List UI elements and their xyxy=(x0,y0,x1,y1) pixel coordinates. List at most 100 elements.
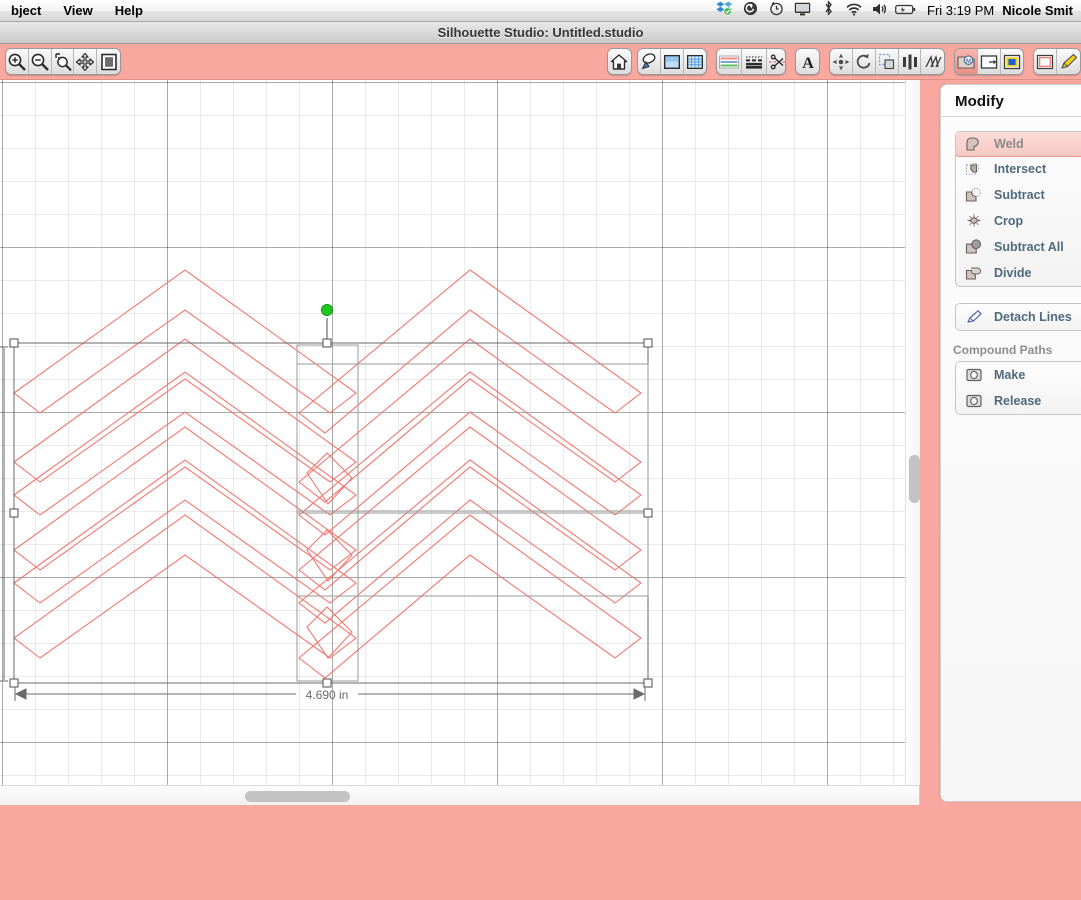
bluetooth-icon[interactable] xyxy=(815,0,841,22)
modify-item-compound-make[interactable]: Make xyxy=(956,362,1081,388)
handle-bottom-center xyxy=(323,679,331,687)
divide-icon xyxy=(962,263,986,283)
chevron-overlap-diamonds xyxy=(307,453,352,658)
menu-item-view[interactable]: View xyxy=(52,0,103,22)
toolbar-style-group xyxy=(1033,48,1081,75)
circle-arrow-icon[interactable] xyxy=(737,0,763,22)
text-style-icon[interactable]: A xyxy=(796,49,819,74)
compound-paths-group: Make Release xyxy=(955,361,1081,415)
modify-item-detach-lines-label: Detach Lines xyxy=(986,310,1072,324)
toolbar-page-group xyxy=(637,48,707,75)
modify-item-subtract-all[interactable]: Subtract All xyxy=(956,234,1081,260)
grid-settings-icon[interactable] xyxy=(684,49,706,74)
toolbar-line-group xyxy=(716,48,786,75)
chevron-shape-group-right[interactable] xyxy=(299,270,641,678)
canvas-artwork[interactable]: 4.690 in xyxy=(0,80,920,785)
crop-icon xyxy=(962,211,986,231)
page-setup-icon[interactable] xyxy=(661,49,684,74)
modify-item-compound-release-label: Release xyxy=(986,394,1041,408)
handle-bottom-left xyxy=(10,679,18,687)
display-icon[interactable] xyxy=(789,0,815,22)
rotate-handle[interactable] xyxy=(322,305,333,340)
handle-top-center xyxy=(323,339,331,347)
intersect-icon xyxy=(962,159,986,179)
line-fill-icon[interactable] xyxy=(1034,49,1057,74)
home-icon[interactable] xyxy=(608,49,631,74)
modify-item-crop[interactable]: Crop xyxy=(956,208,1081,234)
compound-release-icon xyxy=(962,391,986,411)
modify-item-crop-label: Crop xyxy=(986,214,1023,228)
chevron-path xyxy=(299,339,641,502)
toolbar-home-group xyxy=(607,48,632,75)
modify-item-compound-release[interactable]: Release xyxy=(956,388,1081,414)
chevron-path xyxy=(299,460,641,623)
chevron-path xyxy=(14,427,356,570)
subtract-icon xyxy=(962,185,986,205)
selection-sub-boxes xyxy=(297,345,648,681)
vertical-scrollbar[interactable] xyxy=(905,80,920,785)
modify-item-weld[interactable]: Weld xyxy=(955,131,1081,157)
volume-icon[interactable] xyxy=(867,0,893,22)
modify-item-subtract-all-label: Subtract All xyxy=(986,240,1064,254)
replicate-icon[interactable] xyxy=(921,49,944,74)
wifi-icon[interactable] xyxy=(841,0,867,22)
move-icon[interactable] xyxy=(830,49,853,74)
handle-middle-left xyxy=(10,509,18,517)
modify-item-detach-lines[interactable]: Detach Lines xyxy=(956,304,1081,330)
menu-bar-clock[interactable]: Fri 3:19 PM xyxy=(919,3,1002,18)
cut-settings-icon[interactable] xyxy=(638,49,661,74)
detach-lines-group: Detach Lines xyxy=(955,303,1081,331)
line-style-icon[interactable] xyxy=(742,49,767,74)
window-title-bar: Silhouette Studio: Untitled.studio xyxy=(0,22,1081,44)
weld-icon xyxy=(962,134,986,154)
modify-item-subtract-label: Subtract xyxy=(986,188,1045,202)
app-toolbar: A M xyxy=(0,44,1081,80)
svg-text:M: M xyxy=(966,59,971,65)
line-color-icon[interactable] xyxy=(717,49,742,74)
fit-to-page-icon[interactable] xyxy=(97,49,120,74)
scale-icon[interactable] xyxy=(876,49,899,74)
menu-bar-status-area: Fri 3:19 PM Nicole Smit xyxy=(711,0,1081,22)
menu-bar-user[interactable]: Nicole Smit xyxy=(1002,3,1077,18)
handle-top-right xyxy=(644,339,652,347)
horizontal-scrollbar[interactable] xyxy=(0,785,920,805)
chevron-shape-group-left[interactable] xyxy=(14,270,356,658)
modify-item-compound-make-label: Make xyxy=(986,368,1025,382)
modify-item-intersect-label: Intersect xyxy=(986,162,1046,176)
offset-icon[interactable] xyxy=(978,49,1001,74)
overlap-diamond xyxy=(307,453,352,504)
zoom-out-icon[interactable] xyxy=(29,49,52,74)
zoom-selection-icon[interactable] xyxy=(52,49,75,74)
menu-item-object[interactable]: bject xyxy=(0,0,52,22)
dock-area: kelseymichele . deviantart . com touchti… xyxy=(0,826,1081,900)
design-canvas[interactable]: 4.690 in xyxy=(0,80,920,785)
clock-alert-icon[interactable] xyxy=(763,0,789,22)
desktop-right-bleed xyxy=(1005,826,1081,900)
rotate-icon[interactable] xyxy=(853,49,876,74)
modify-item-intersect[interactable]: Intersect xyxy=(956,156,1081,182)
chevron-path xyxy=(299,270,641,433)
fill-color-icon[interactable] xyxy=(1001,49,1023,74)
toolbar-zoom-group xyxy=(5,48,121,75)
modify-item-weld-label: Weld xyxy=(986,137,1024,151)
battery-icon[interactable] xyxy=(893,0,919,22)
align-icon[interactable] xyxy=(899,49,922,74)
dimension-arrow-left xyxy=(16,689,26,699)
menu-item-help[interactable]: Help xyxy=(104,0,154,22)
vertical-scrollbar-thumb[interactable] xyxy=(909,455,920,503)
chevron-path xyxy=(14,372,356,515)
sketch-pen-icon[interactable] xyxy=(1057,49,1080,74)
dropbox-icon[interactable] xyxy=(711,0,737,22)
zoom-in-icon[interactable] xyxy=(6,49,29,74)
window-title: Silhouette Studio: Untitled.studio xyxy=(438,25,644,40)
handle-top-left xyxy=(10,339,18,347)
modify-item-subtract[interactable]: Subtract xyxy=(956,182,1081,208)
cut-style-icon[interactable] xyxy=(767,49,786,74)
chevron-path xyxy=(14,460,356,603)
modify-item-divide[interactable]: Divide xyxy=(956,260,1081,286)
pan-icon[interactable] xyxy=(74,49,97,74)
detach-lines-icon xyxy=(962,307,986,327)
modify-icon[interactable]: M xyxy=(955,49,978,74)
handle-bottom-right xyxy=(644,679,652,687)
horizontal-scrollbar-thumb[interactable] xyxy=(245,791,350,802)
